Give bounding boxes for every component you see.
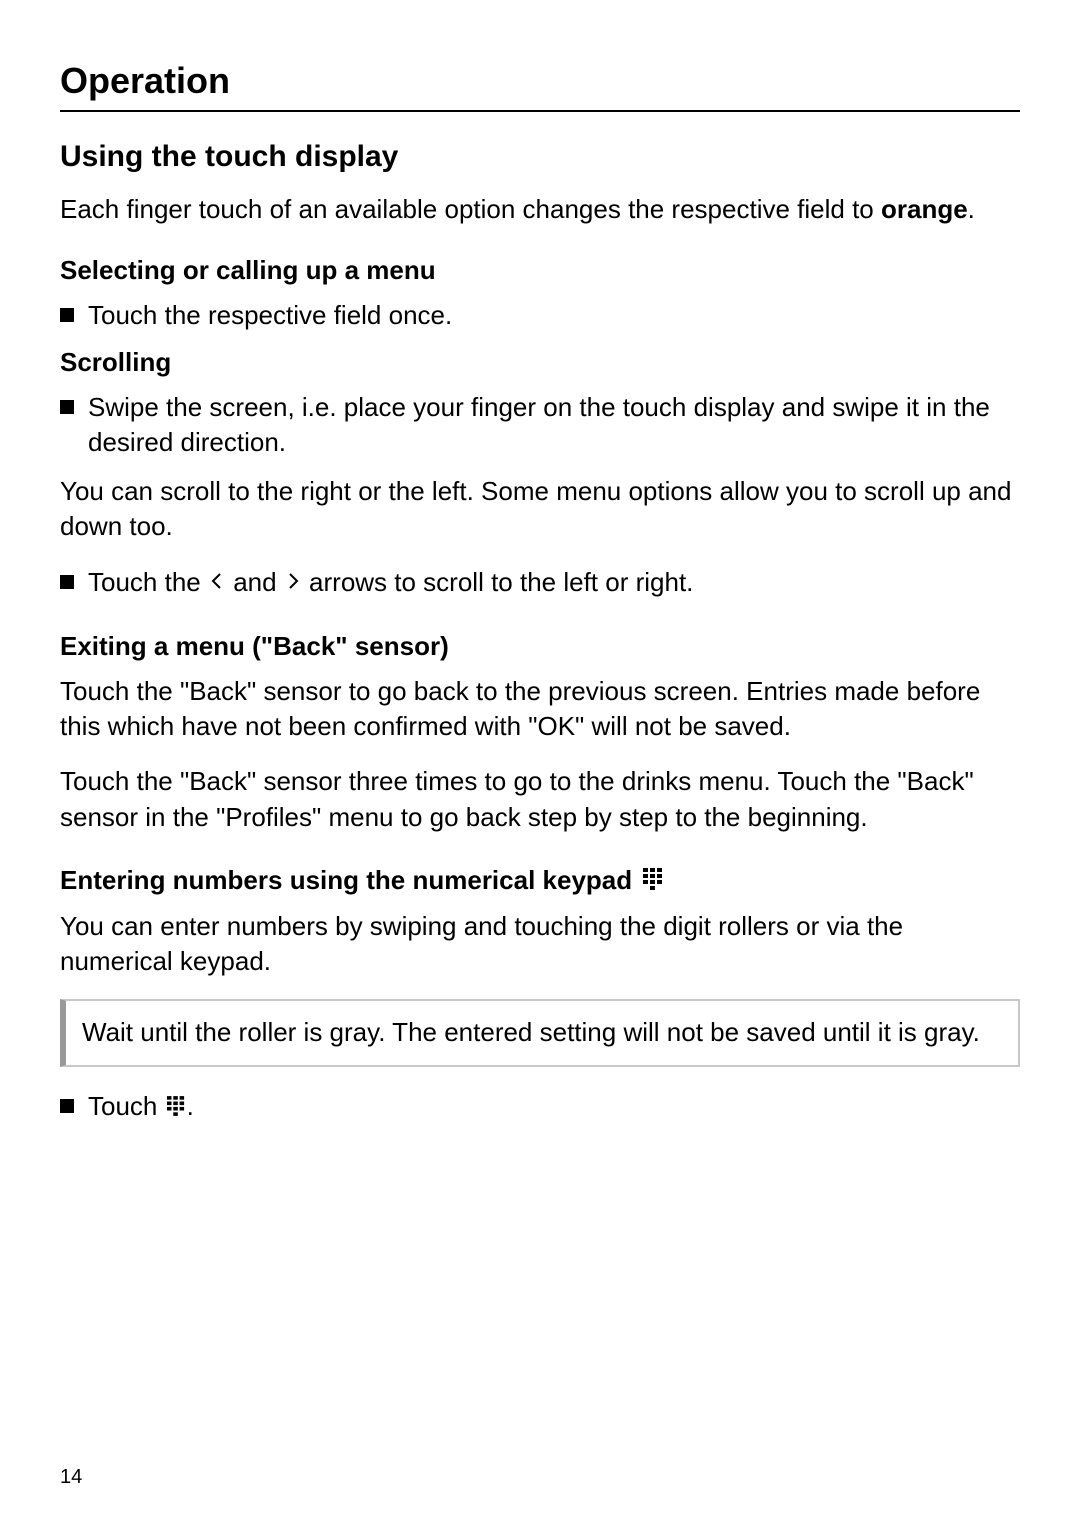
subheading-exiting-menu: Exiting a menu ("Back" sensor) (60, 631, 1020, 662)
arrow-instruction: Touch the and arrows to scroll to the le… (60, 565, 1020, 602)
text: Touch the (88, 567, 208, 597)
text: . (187, 1091, 194, 1121)
text: and (226, 567, 284, 597)
chevron-right-icon (284, 564, 302, 599)
chevron-left-icon (208, 564, 226, 599)
intro-bold: orange (881, 194, 968, 224)
chapter-title: Operation (60, 60, 1020, 112)
intro-suffix: . (968, 194, 975, 224)
page-number: 14 (60, 1466, 82, 1489)
section-title: Using the touch display (60, 140, 1020, 174)
paragraph: Touch the "Back" sensor to go back to th… (60, 674, 1020, 744)
intro-text: Each finger touch of an available option… (60, 194, 881, 224)
text: arrows to scroll to the left or right. (302, 567, 694, 597)
bullet-list: Swipe the screen, i.e. place your finger… (60, 390, 1020, 460)
subheading-entering-numbers: Entering numbers using the numerical key… (60, 865, 1020, 898)
paragraph: Touch the "Back" sensor three times to g… (60, 764, 1020, 834)
note-text: Wait until the roller is gray. The enter… (82, 1017, 980, 1047)
subheading-selecting-menu: Selecting or calling up a menu (60, 255, 1020, 286)
keypad-icon (643, 866, 663, 897)
subheading-scrolling: Scrolling (60, 347, 1020, 378)
paragraph: You can enter numbers by swiping and tou… (60, 909, 1020, 979)
subheading-text: Entering numbers using the numerical key… (60, 865, 639, 895)
intro-paragraph: Each finger touch of an available option… (60, 192, 1020, 227)
manual-page: Operation Using the touch display Each f… (0, 0, 1080, 1529)
keypad-icon (167, 1090, 185, 1125)
list-item: Swipe the screen, i.e. place your finger… (60, 390, 1020, 460)
text: Touch (88, 1091, 165, 1121)
touch-instruction: Touch . (60, 1089, 1020, 1126)
bullet-list: Touch the respective field once. (60, 298, 1020, 333)
note-box: Wait until the roller is gray. The enter… (60, 999, 1020, 1066)
paragraph: You can scroll to the right or the left.… (60, 474, 1020, 544)
list-item: Touch the respective field once. (60, 298, 1020, 333)
